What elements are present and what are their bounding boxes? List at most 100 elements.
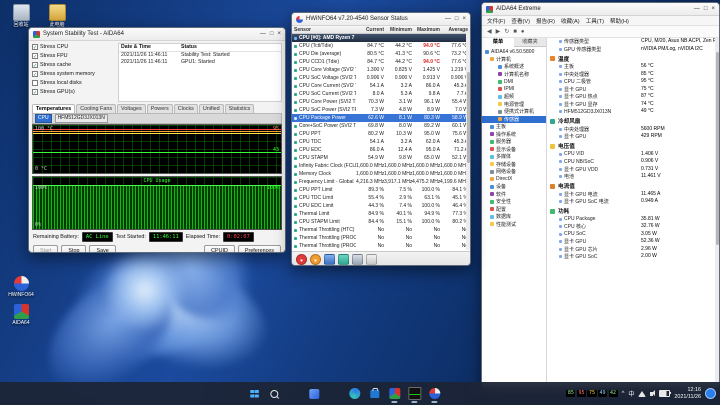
tab-temperatures[interactable]: Temperatures [32,104,75,113]
column-header-average[interactable]: Average [440,27,468,33]
close-icon[interactable]: × [711,4,715,14]
tray-expand-icon[interactable]: ^ [622,391,625,397]
sensor-field-row[interactable]: CPU VID1.406 V [547,151,715,159]
tab-收藏夹[interactable]: 收藏夹 [514,38,546,47]
tray-sensor-value[interactable]: 85 [566,390,575,397]
stability-test-titlebar[interactable]: System Stability Test - AIDA64 — □ × [29,28,285,41]
panel-scrollbar[interactable] [715,38,719,388]
tray-sensor-value[interactable]: 42 [609,390,618,397]
sensor-group-header[interactable]: CPU [#0]: AMD Ryzen 7 5800H [292,34,470,42]
maximize-icon[interactable]: □ [704,4,708,14]
volume-icon[interactable] [650,392,653,396]
stress-gpu-s-checkbox[interactable]: ✓Stress GPU(s) [32,88,118,96]
sensor-row[interactable]: CPU Core Voltage (SVI2 TFN)1.300 V0.825 … [292,66,470,74]
sensor-field-row[interactable]: 显卡 GPU 芯片2.96 W [547,246,715,254]
tray-icon[interactable] [338,254,349,265]
sidebar-item-操作系统[interactable]: 操作系统 [482,131,546,139]
sensor-row[interactable]: CPU Core Current (SVI2 TFN)54.1 A3.2 A86… [292,82,470,90]
tab-菜单[interactable]: 菜单 [482,38,514,47]
taskbar-stability-icon[interactable] [406,386,422,402]
sensor-row[interactable]: CPU CCD1 (Tdie)84.7 °C44.2 °C94.0 °C77.6… [292,58,470,66]
stress-cpu-checkbox[interactable]: ✓Stress CPU [32,43,118,51]
sidebar-item-安全性[interactable]: 安全性 [482,198,546,206]
clock[interactable]: 12:16 2021/11/26 [674,387,701,400]
tray-sensor-value[interactable]: 75 [587,390,596,397]
save-button[interactable]: Save [89,245,115,253]
menu-收藏-a[interactable]: 收藏(A) [561,17,580,25]
sensor-field-row[interactable]: 电池11.461 V [547,173,715,181]
menu-报告-r[interactable]: 报告(R) [536,17,555,25]
close-icon[interactable]: × [277,29,281,39]
legend-chip-hfm512gd3jx013n[interactable]: HFM512GD3JX013N [55,114,108,123]
sensor-table-header[interactable]: SensorCurrentMinimumMaximumAverage [292,26,470,34]
sensor-row[interactable]: CPU SoC Power (SVI2 TFN)7.3 W4.8 W8.9 W7… [292,106,470,114]
sidebar-item-便携式计算机[interactable]: 便携式计算机 [482,108,546,116]
sidebar-item-网络设备[interactable]: 网络设备 [482,168,546,176]
sensor-row[interactable]: CPU PPT Limit89.3 %7.5 %100.0 %84.1 % [292,186,470,194]
sensor-field-row[interactable]: CPU 核心32.76 W [547,223,715,231]
checkbox-icon[interactable]: ✓ [32,62,38,68]
taskbar-file-explorer-icon[interactable] [326,386,342,402]
sidebar-item-directx[interactable]: DirectX [482,176,546,184]
sidebar-item-超频[interactable]: 超频 [482,93,546,101]
sensor-row[interactable]: Thermal Throttling (PROCHOT CPU)NoNoNoNo [292,234,470,242]
minimize-icon[interactable]: — [694,4,700,14]
column-header-minimum[interactable]: Minimum [384,27,412,33]
sidebar-item-数据库[interactable]: 数据库 [482,213,546,221]
sensor-field-row[interactable]: 显卡 GPU 热点87 °C [547,93,715,101]
sensor-row[interactable]: Infinity Fabric Clock (FCLK)1,600.0 MHz1… [292,162,470,170]
sensor-row[interactable]: CPU Die (average)80.5 °C41.3 °C90.6 °C73… [292,50,470,58]
sensor-row[interactable]: Frequency Limit - Global4,216.3 MHz3,917… [292,178,470,186]
taskbar-task-view-icon[interactable] [286,386,302,402]
close-icon[interactable]: × [462,14,466,24]
sidebar-item-存储设备[interactable]: 存储设备 [482,161,546,169]
sidebar-item-主板[interactable]: 主板 [482,123,546,131]
taskbar-search-icon[interactable] [266,386,282,402]
stress-system-memory-checkbox[interactable]: ✓Stress system memory [32,70,118,78]
battery-icon[interactable] [659,390,670,397]
sidebar-item-ipmi[interactable]: IPMI [482,86,546,94]
notification-center-icon[interactable] [705,388,716,399]
input-method-indicator[interactable]: 中 [628,389,634,398]
checkbox-icon[interactable] [32,80,38,86]
sidebar-item-设备[interactable]: 设备 [482,183,546,191]
sensor-row[interactable]: CPU SoC Current (SVI2 TFN)8.0 A5.3 A9.8 … [292,90,470,98]
sensor-field-row[interactable]: CPU SoC3.05 W [547,231,715,239]
desktop-icon-this-pc[interactable]: 此电脑 [42,4,72,28]
sensor-row[interactable]: Thermal Throttling (HTC)NoNoNoNo [292,226,470,234]
sidebar-item-性能测试[interactable]: 性能测试 [482,221,546,229]
sensor-row[interactable]: Memory Clock1,600.0 MHz1,600.0 MHz1,600.… [292,170,470,178]
sensor-row[interactable]: CPU EDC86.0 A12.4 A95.0 A71.2 A [292,146,470,154]
settings-icon[interactable] [352,254,363,265]
scrollbar-thumb[interactable] [716,52,719,245]
sidebar-item-传感器[interactable]: 传感器 [482,116,546,124]
graph-icon[interactable] [324,254,335,265]
sensor-field-row[interactable]: GPU 传感器类型nVIDIA PM/Log, nVIDIA I2C [547,46,715,54]
stress-fpu-checkbox[interactable]: ✓Stress FPU [32,52,118,60]
column-header-maximum[interactable]: Maximum [412,27,440,33]
sensor-field-row[interactable]: 显卡 GPU VDD0.731 V [547,166,715,174]
sensor-row[interactable]: Core+SoC Power (SVI2 TFN)69.8 W8.0 W89.2… [292,122,470,130]
maximize-icon[interactable]: □ [270,29,274,39]
sensor-field-row[interactable]: 中央处理器5600 RPM [547,126,715,134]
stress-cache-checkbox[interactable]: ✓Stress cache [32,61,118,69]
sidebar-item-计算机名称[interactable]: 计算机名称 [482,71,546,79]
sensor-field-row[interactable]: 显卡 GPU 电流11.465 A [547,191,715,199]
back-icon[interactable]: ◀ [487,28,492,35]
sensor-row[interactable]: CPU (Tctl/Tdie)84.7 °C44.2 °C94.0 °C77.6… [292,42,470,50]
minimize-icon[interactable]: — [445,14,451,24]
cpuid-button[interactable]: CPUID [204,245,235,253]
sensor-field-row[interactable]: 传感器类型CPU, M/20, Asus NB ACPI, Zen PM/Log… [547,38,715,46]
sensor-row[interactable]: CPU SoC Voltage (SVI2 TFN)0.906 V0.900 V… [292,74,470,82]
sensor-row[interactable]: CPU PPT80.2 W10.3 W95.0 W75.6 W [292,130,470,138]
sensor-row[interactable]: CPU STAPM54.9 W9.8 W65.0 W52.1 W [292,154,470,162]
hwinfo-titlebar[interactable]: HWiNFO64 v7.20-4540 Sensor Status — □ × [292,13,470,26]
sensor-field-row[interactable]: 显卡 GPU SoC 电流0.949 A [547,198,715,206]
taskbar-aida64-icon[interactable] [386,386,402,402]
scrollbar-thumb[interactable] [467,72,470,163]
screenshot-icon[interactable]: ● [521,29,525,35]
stress-local-disks-checkbox[interactable]: Stress local disks [32,79,118,87]
aida64-titlebar[interactable]: AIDA64 Extreme — □ × [482,3,719,16]
sensor-field-row[interactable]: 中央处理器85 °C [547,71,715,79]
sensor-field-row[interactable]: 显卡 GPU75 °C [547,86,715,94]
